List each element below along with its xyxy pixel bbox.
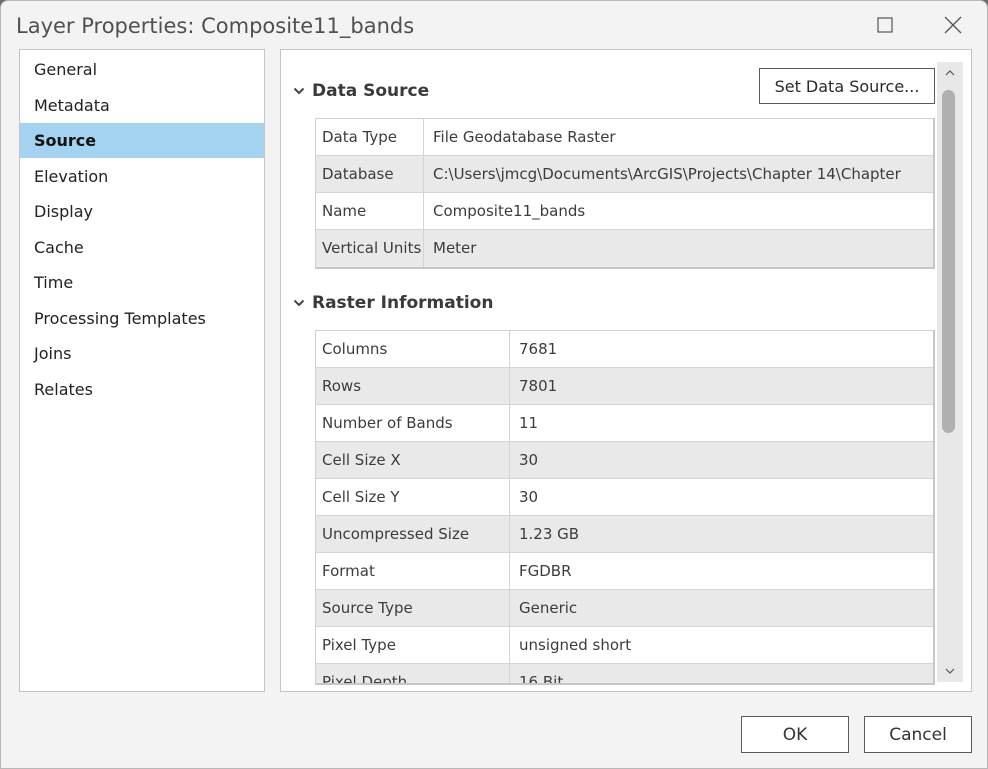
property-value: Meter <box>433 239 477 257</box>
property-value: 30 <box>519 451 539 469</box>
chevron-up-icon <box>945 70 955 76</box>
data-source-table: Data Type File Geodatabase Raster Database… <box>315 118 935 269</box>
property-value: File Geodatabase Raster <box>433 128 616 146</box>
nav-item-metadata[interactable]: Metadata <box>20 88 264 123</box>
property-row: Columns 7681 <box>316 331 933 368</box>
property-row: Cell Size X 30 <box>316 442 933 479</box>
ok-button[interactable]: OK <box>741 716 849 753</box>
nav-item-joins[interactable]: Joins <box>20 336 264 371</box>
raster-information-section-header[interactable]: Raster Information <box>293 293 493 313</box>
property-row: Rows 7801 <box>316 368 933 405</box>
set-data-source-button[interactable]: Set Data Source... <box>759 68 935 104</box>
property-row: Database C:\Users\jmcg\Documents\ArcGIS\P… <box>316 156 933 193</box>
property-value: 16 Bit <box>519 673 564 685</box>
close-button[interactable] <box>933 7 973 43</box>
property-value: FGDBR <box>519 562 572 580</box>
property-value: 30 <box>519 488 539 506</box>
chevron-down-icon <box>293 87 305 95</box>
chevron-down-icon <box>945 668 955 674</box>
dialog-title: Layer Properties: Composite11_bands <box>16 14 415 38</box>
raster-information-title: Raster Information <box>312 293 494 313</box>
property-key: Name <box>316 193 424 229</box>
property-key: Pixel Depth <box>316 664 510 683</box>
properties-nav: General Metadata Source Elevation Display Cac… <box>19 49 265 692</box>
nav-item-cache[interactable]: Cache <box>20 230 264 265</box>
close-icon <box>944 16 962 34</box>
property-row: Name Composite11_bands <box>316 193 933 230</box>
property-key: Source Type <box>316 590 510 626</box>
property-row: Uncompressed Size 1.23 GB <box>316 516 933 553</box>
property-value: 7801 <box>519 377 558 395</box>
vertical-scrollbar[interactable] <box>937 62 963 682</box>
scroll-up-button[interactable] <box>937 62 963 84</box>
property-value: C:\Users\jmcg\Documents\ArcGIS\Projects\… <box>433 165 901 183</box>
property-row: Format FGDBR <box>316 553 933 590</box>
property-value: Generic <box>519 599 578 617</box>
property-key: Columns <box>316 331 510 367</box>
property-key: Pixel Type <box>316 627 510 663</box>
nav-item-display[interactable]: Display <box>20 194 264 229</box>
property-row: Cell Size Y 30 <box>316 479 933 516</box>
cancel-button[interactable]: Cancel <box>864 716 972 753</box>
property-key: Format <box>316 553 510 589</box>
property-value: 1.23 GB <box>519 525 580 543</box>
property-value: 7681 <box>519 340 558 358</box>
nav-item-source[interactable]: Source <box>20 123 264 158</box>
nav-item-general[interactable]: General <box>20 52 264 87</box>
nav-item-time[interactable]: Time <box>20 265 264 300</box>
property-row: Pixel Type unsigned short <box>316 627 933 664</box>
property-key: Rows <box>316 368 510 404</box>
property-key: Cell Size Y <box>316 479 510 515</box>
property-key: Data Type <box>316 119 424 155</box>
property-row: Pixel Depth 16 Bit <box>316 664 933 685</box>
property-row: Number of Bands 11 <box>316 405 933 442</box>
nav-item-elevation[interactable]: Elevation <box>20 159 264 194</box>
property-key: Database <box>316 156 424 192</box>
nav-item-relates[interactable]: Relates <box>20 372 264 407</box>
property-value: unsigned short <box>519 636 632 654</box>
property-value: Composite11_bands <box>433 202 586 220</box>
property-key: Vertical Units <box>316 230 424 267</box>
raster-information-table: Columns 7681 Rows 7801 Number of Bands 11 Cell… <box>315 330 935 685</box>
chevron-down-icon <box>293 299 305 307</box>
maximize-icon <box>877 17 893 33</box>
data-source-title: Data Source <box>312 81 430 101</box>
property-key: Cell Size X <box>316 442 510 478</box>
maximize-button[interactable] <box>865 7 905 43</box>
property-row: Source Type Generic <box>316 590 933 627</box>
scroll-down-button[interactable] <box>937 660 963 682</box>
property-key: Number of Bands <box>316 405 510 441</box>
property-row: Vertical Units Meter <box>316 230 933 267</box>
property-row: Data Type File Geodatabase Raster <box>316 119 933 156</box>
nav-item-processing-templates[interactable]: Processing Templates <box>20 301 264 336</box>
layer-properties-dialog: Layer Properties: Composite11_bands Gene… <box>0 0 988 769</box>
property-value: 11 <box>519 414 539 432</box>
data-source-section-header[interactable]: Data Source <box>293 81 429 101</box>
scrollbar-thumb[interactable] <box>942 90 955 433</box>
source-panel: Data Source Set Data Source... Data Type… <box>280 49 972 692</box>
property-key: Uncompressed Size <box>316 516 510 552</box>
